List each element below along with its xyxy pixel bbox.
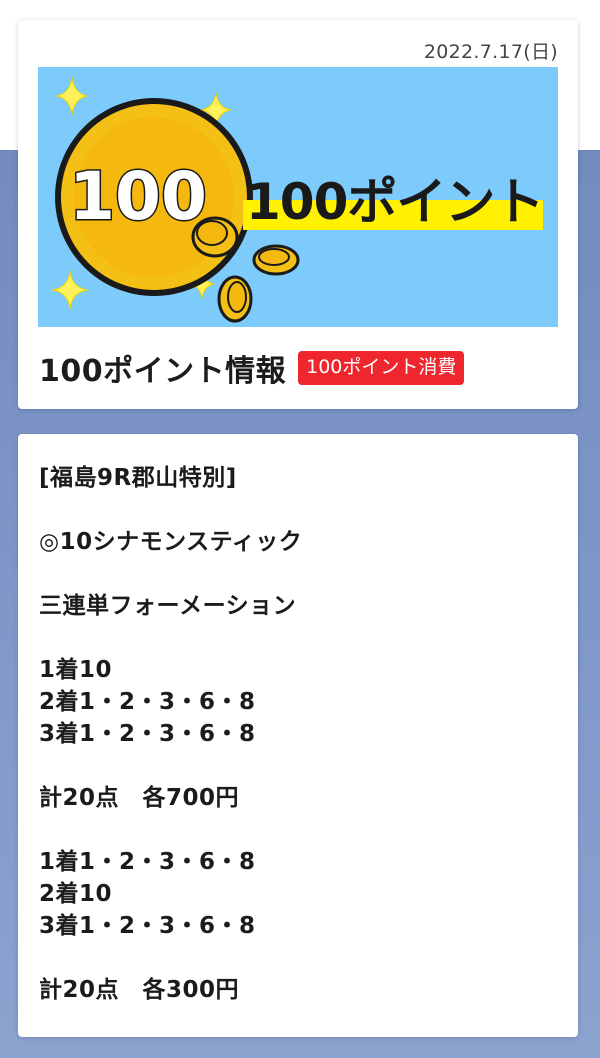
bet-type: 三連単フォーメーション — [39, 593, 297, 619]
points-consumed-badge: 100ポイント消費 — [298, 351, 465, 385]
coin-text: 100 — [69, 158, 207, 235]
formation1-total: 計20点 各700円 — [39, 785, 240, 811]
formation1-third: 3着1・2・3・6・8 — [39, 721, 256, 747]
content-card: [福島9R郡山特別] ◎10シナモンスティック 三連単フォーメーション 1着10… — [18, 434, 578, 1037]
post-date: 2022.7.17(日) — [423, 41, 558, 63]
title-row: 100ポイント情報 100ポイント消費 — [39, 346, 465, 390]
page-title: 100ポイント情報 — [39, 354, 287, 389]
formation1-second: 2着1・2・3・6・8 — [39, 689, 256, 715]
formation2-total: 計20点 各300円 — [39, 977, 240, 1003]
formation2-second: 2着10 — [39, 881, 113, 907]
formation1-first: 1着10 — [39, 657, 113, 683]
formation2-first: 1着1・2・3・6・8 — [39, 849, 256, 875]
header-card: 2022.7.17(日) 100 100ポイント 100ポイント情報 100ポイ… — [18, 20, 578, 409]
race-name: [福島9R郡山特別] — [39, 465, 237, 491]
banner-text: 100ポイント — [246, 173, 543, 231]
formation2-third: 3着1・2・3・6・8 — [39, 913, 256, 939]
main-pick: ◎10シナモンスティック — [39, 529, 303, 555]
coin-icon: 100 — [55, 98, 253, 296]
points-banner-image: 100 100ポイント — [38, 67, 558, 327]
